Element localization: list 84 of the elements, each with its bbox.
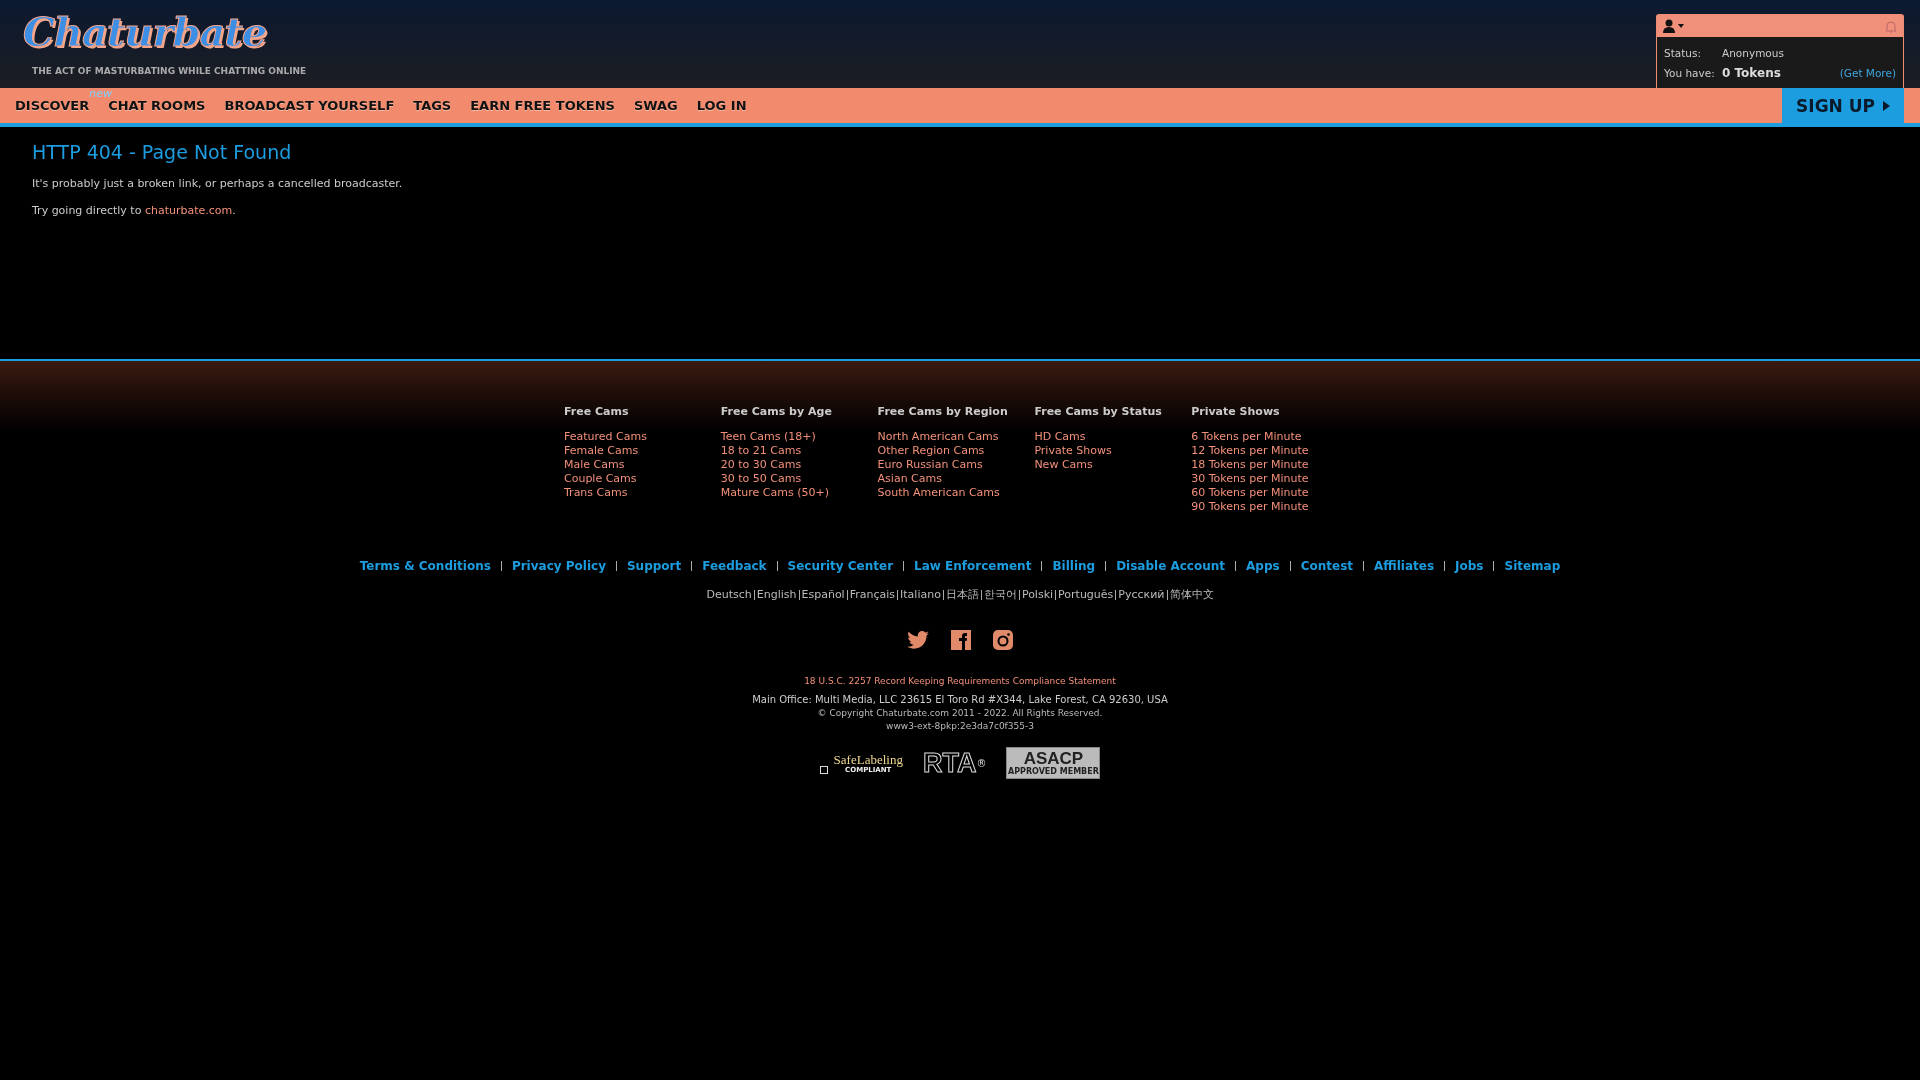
nav-link[interactable]: TAGS (413, 98, 452, 113)
footer-link[interactable]: Law Enforcement (914, 559, 1032, 573)
instagram-icon[interactable] (993, 630, 1013, 650)
nav-link[interactable]: DISCOVER (15, 98, 90, 113)
server-id: www3-ext-8pkp:2e3da7c0f355-3 (886, 721, 1034, 731)
hint-text: Try going directly to (32, 204, 142, 217)
column-heading: Private Shows (1191, 405, 1281, 418)
footer-link[interactable]: Security Center (787, 559, 894, 573)
office-address: Main Office: Multi Media, LLC 23615 El Toro Rd #X344, Lake Forest, CA 92630, USA (752, 694, 1168, 705)
footer-link[interactable]: Privacy Policy (511, 559, 606, 573)
footer-link[interactable]: 30 Tokens per Minute (1191, 472, 1348, 486)
nav-link[interactable]: LOG IN (696, 98, 747, 113)
footer-link[interactable]: Couple Cams (564, 472, 721, 486)
footer-link[interactable]: Terms & Conditions (359, 559, 491, 573)
twitter-icon[interactable] (907, 631, 929, 649)
column-heading: Free Cams by Status (1034, 405, 1163, 418)
get-more-link[interactable]: (Get More) (1839, 67, 1896, 79)
copyright: © Copyright Chaturbate.com 2011 - 2022. All Rights Reserved. (817, 708, 1103, 718)
footer-link[interactable]: Other Region Cams (877, 444, 1035, 458)
nav-link[interactable]: CHAT ROOMS (108, 98, 206, 113)
language-link[interactable]: Français (849, 588, 896, 601)
language-link[interactable]: 한국어 (983, 587, 1017, 602)
column-heading: Free Cams by Region (877, 405, 1009, 418)
facebook-icon[interactable] (951, 630, 971, 650)
compliance-link[interactable]: 18 U.S.C. 2257 Record Keeping Requirements Compliance Statement (804, 676, 1116, 686)
footer-link[interactable]: Private Shows (1034, 444, 1192, 458)
new-label: new (89, 88, 112, 100)
footer-link[interactable]: Asian Cams (877, 472, 1035, 486)
footer-link[interactable]: Euro Russian Cams (877, 458, 1035, 472)
footer-link[interactable]: South American Cams (877, 486, 1035, 500)
site-logo[interactable]: Chaturbate (15, 6, 275, 64)
language-link[interactable]: 日本語 (945, 587, 979, 602)
footer-link[interactable]: Apps (1246, 559, 1280, 573)
footer-link[interactable]: Female Cams (564, 444, 721, 458)
footer-link[interactable]: Teen Cams (18+) (720, 430, 878, 444)
language-link[interactable]: Português (1058, 588, 1114, 601)
footer-link[interactable]: Jobs (1455, 559, 1484, 573)
token-count: 0 Tokens (1722, 66, 1781, 80)
caret-icon (1883, 100, 1890, 111)
footer-link[interactable]: Contest (1300, 559, 1353, 573)
error-title: HTTP 404 - Page Not Found (32, 140, 293, 163)
footer-link[interactable]: 90 Tokens per Minute (1191, 500, 1348, 514)
error-message: It's probably just a broken link, or perhaps a cancelled broadcaster. (32, 177, 404, 190)
footer-link[interactable]: 18 to 21 Cams (720, 444, 878, 458)
language-link[interactable]: Español (801, 588, 845, 601)
footer-link[interactable]: Billing (1052, 559, 1096, 573)
footer-link[interactable]: Featured Cams (564, 430, 721, 444)
language-link[interactable]: 简体中文 (1169, 587, 1214, 602)
hint-end: . (232, 204, 236, 217)
footer-link[interactable]: Trans Cams (564, 486, 721, 500)
language-link[interactable]: Polski (1021, 588, 1054, 601)
footer-link[interactable]: Support (626, 559, 682, 573)
language-link[interactable]: English (756, 588, 797, 601)
nav-link[interactable]: BROADCAST YOURSELF (224, 98, 395, 113)
footer-link[interactable]: 30 to 50 Cams (720, 472, 878, 486)
tagline: THE ACT OF MASTURBATING WHILE CHATTING ONLINE (32, 66, 307, 76)
asacp-badge[interactable]: ASACP APPROVED MEMBER (1006, 747, 1101, 779)
footer-link[interactable]: 12 Tokens per Minute (1191, 444, 1348, 458)
column-heading: Free Cams by Age (720, 405, 833, 418)
footer-link[interactable]: 20 to 30 Cams (720, 458, 878, 472)
footer-link[interactable]: 18 Tokens per Minute (1191, 458, 1348, 472)
column-heading: Free Cams (564, 405, 630, 418)
rta-badge[interactable]: RTA® (922, 749, 987, 777)
footer-link[interactable]: 6 Tokens per Minute (1191, 430, 1348, 444)
footer-link[interactable]: Feedback (702, 559, 767, 573)
footer-link[interactable]: HD Cams (1034, 430, 1192, 444)
footer-link[interactable]: North American Cams (877, 430, 1035, 444)
language-link[interactable]: Deutsch (706, 588, 752, 601)
footer-link[interactable]: New Cams (1034, 458, 1192, 472)
status-label: Status: (1664, 47, 1702, 59)
footer-link[interactable]: Male Cams (564, 458, 721, 472)
nav-link[interactable]: EARN FREE TOKENS (470, 98, 615, 113)
footer-link[interactable]: Affiliates (1374, 559, 1435, 573)
language-link[interactable]: Italiano (900, 588, 941, 601)
footer-link[interactable]: Sitemap (1504, 559, 1561, 573)
nav-link[interactable]: SWAG (633, 98, 678, 113)
sign-up-button[interactable]: SIGN UP (1782, 88, 1904, 123)
status-value: Anonymous (1722, 47, 1784, 59)
footer-link[interactable]: Disable Account (1116, 559, 1226, 573)
language-link[interactable]: Русский (1118, 588, 1165, 601)
footer-link[interactable]: 60 Tokens per Minute (1191, 486, 1348, 500)
tokens-label: You have: (1664, 67, 1716, 79)
user-menu-icon[interactable] (1663, 19, 1685, 33)
footer-link[interactable]: Mature Cams (50+) (720, 486, 878, 500)
